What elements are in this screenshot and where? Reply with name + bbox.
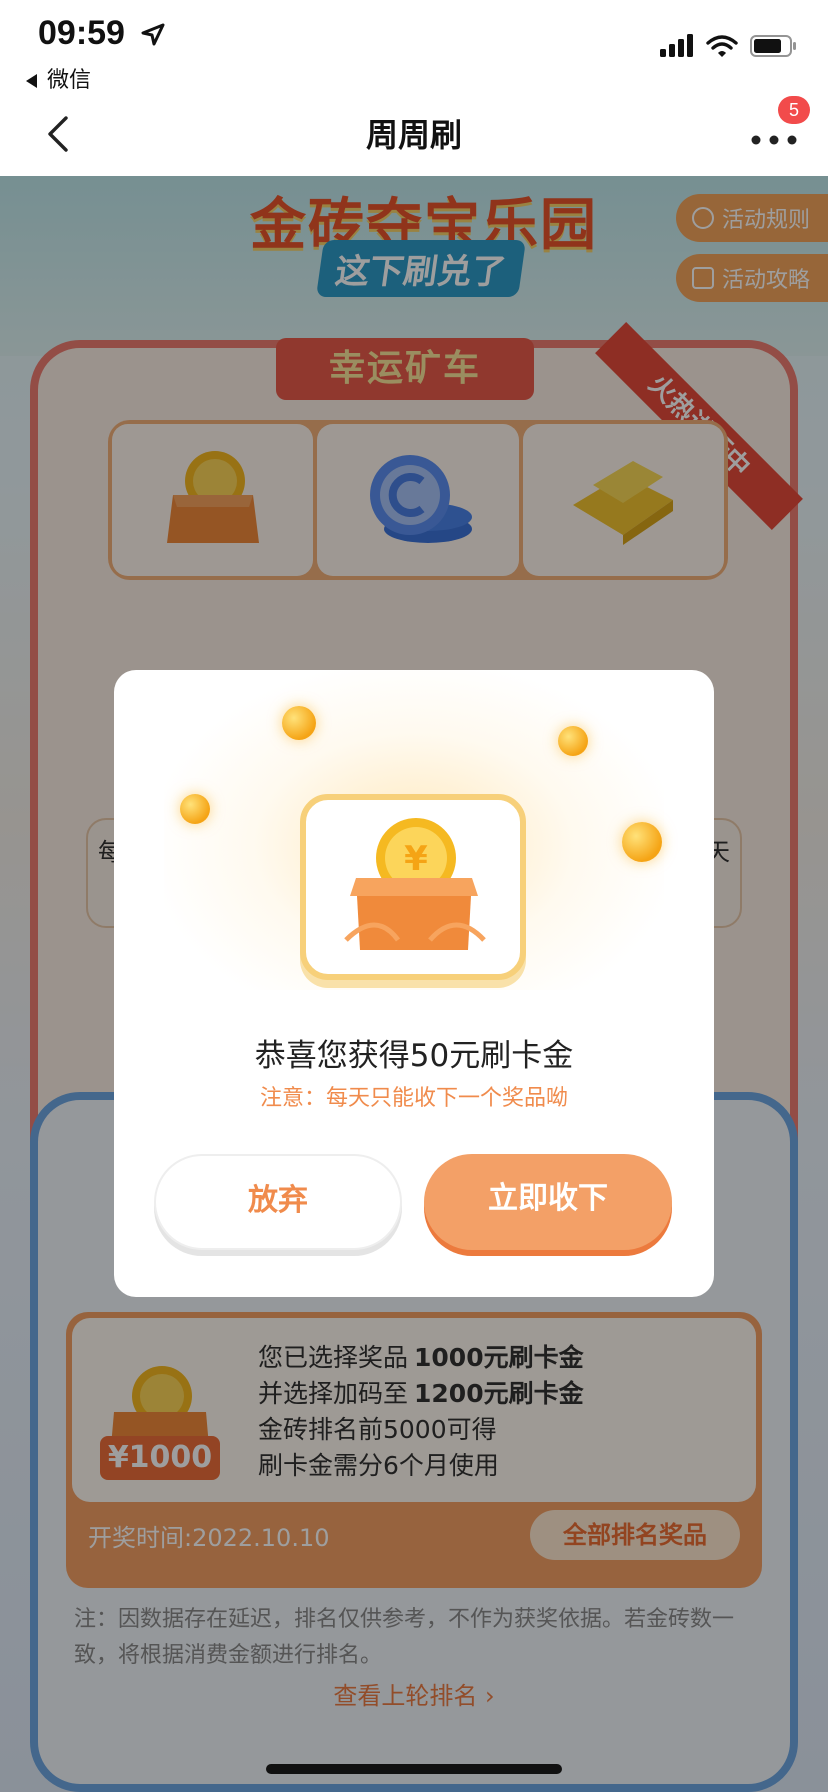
flying-coin-icon <box>622 822 662 862</box>
page-title: 周周刷 <box>365 116 462 154</box>
reward-modal: ¥ 恭喜您获得50元刷卡金 注意：每天只能收下一个奖品呦 放弃 立即收下 <box>114 670 714 1297</box>
more-menu-icon[interactable] <box>750 124 798 148</box>
nav-bar: 周周刷 5 <box>0 96 828 176</box>
flying-coin-icon <box>282 706 316 740</box>
accept-button[interactable]: 立即收下 <box>424 1154 672 1250</box>
back-triangle-icon <box>26 74 37 88</box>
back-app-label: 微信 <box>47 68 92 93</box>
back-to-app-link[interactable]: 微信 <box>26 62 91 94</box>
reward-icon-frame: ¥ <box>300 794 526 980</box>
modal-title: 恭喜您获得50元刷卡金 <box>254 1038 574 1074</box>
wifi-icon <box>706 35 738 57</box>
modal-note: 注意：每天只能收下一个奖品呦 <box>259 1086 568 1111</box>
status-bar: 09:59 微信 <box>0 0 828 96</box>
battery-icon <box>750 35 796 57</box>
status-time: 09:59 <box>38 14 125 52</box>
notification-badge: 5 <box>778 96 810 124</box>
flying-coin-icon <box>558 726 588 756</box>
flying-coin-icon <box>180 794 210 824</box>
abandon-button[interactable]: 放弃 <box>154 1154 402 1250</box>
home-indicator[interactable] <box>266 1764 562 1774</box>
status-icons <box>658 34 798 58</box>
signal-icon <box>660 34 693 57</box>
coin-box-icon: ¥ <box>344 818 486 950</box>
svg-text:¥: ¥ <box>404 839 428 879</box>
location-arrow-icon <box>141 23 165 46</box>
